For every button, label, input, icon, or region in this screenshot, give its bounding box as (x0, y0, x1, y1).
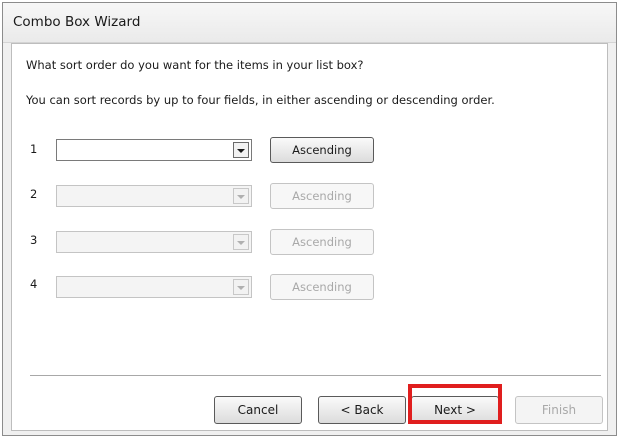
sort-field-2-combo (56, 185, 252, 207)
window-title: Combo Box Wizard (13, 14, 141, 30)
wizard-content-panel: What sort order do you want for the item… (11, 43, 608, 431)
sort-order-4-button: Ascending (270, 274, 374, 300)
title-bar[interactable]: Combo Box Wizard (3, 3, 616, 43)
sort-row-2-number: 2 (30, 187, 38, 201)
sort-order-2-button: Ascending (270, 183, 374, 209)
dropdown-arrow-icon (233, 234, 249, 250)
sort-instructions: You can sort records by up to four field… (26, 93, 495, 107)
sort-order-question: What sort order do you want for the item… (26, 58, 364, 72)
sort-field-4-combo (56, 276, 252, 298)
sort-field-1-combo[interactable] (56, 139, 252, 161)
dropdown-arrow-icon (233, 188, 249, 204)
footer-separator (30, 375, 601, 377)
sort-field-3-combo (56, 231, 252, 253)
back-button[interactable]: < Back (318, 396, 406, 424)
sort-order-1-button[interactable]: Ascending (270, 137, 374, 163)
sort-order-3-button: Ascending (270, 229, 374, 255)
sort-row-3-number: 3 (30, 233, 38, 247)
sort-row-1-number: 1 (30, 142, 38, 156)
sort-row-4-number: 4 (30, 277, 38, 291)
dropdown-arrow-icon[interactable] (233, 142, 249, 158)
cancel-button[interactable]: Cancel (214, 396, 302, 424)
dropdown-arrow-icon (233, 279, 249, 295)
next-button-highlight (408, 384, 502, 424)
wizard-window: Combo Box Wizard What sort order do you … (2, 2, 617, 436)
finish-button: Finish (515, 396, 603, 424)
